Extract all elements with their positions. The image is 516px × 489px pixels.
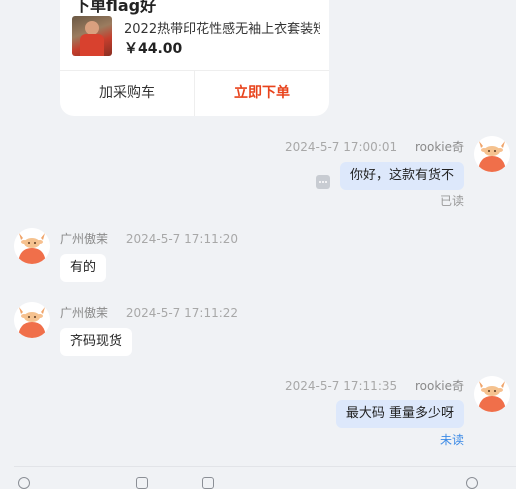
product-name[interactable]: 2022热带印花性感无袖上衣套装短 [124, 18, 320, 37]
input-divider [14, 466, 516, 467]
cow-avatar-icon [14, 228, 50, 264]
sender-name: rookie奇 [414, 379, 464, 393]
cow-avatar-icon [14, 302, 50, 338]
message-timestamp: 2024-5-7 17:11:20 [125, 232, 239, 246]
message-timestamp: 2024-5-7 17:00:01 [284, 140, 398, 154]
avatar[interactable] [14, 228, 50, 264]
avatar[interactable] [474, 136, 510, 172]
message-meta: 广州傲茉 2024-5-7 17:11:22 [60, 304, 238, 321]
message-bubble[interactable]: 最大码 重量多少呀 [335, 400, 464, 428]
sender-name: 广州傲茉 [60, 232, 109, 246]
message-meta: 2024-5-7 17:11:35 rookie奇 [285, 377, 464, 394]
cow-avatar-icon [474, 376, 510, 412]
message-bubble[interactable]: 有的 [60, 254, 107, 282]
emoji-icon[interactable] [18, 477, 30, 489]
folder-icon[interactable] [202, 477, 214, 489]
cow-avatar-icon [474, 136, 510, 172]
message-meta: 2024-5-7 17:00:01 rookie奇 [285, 138, 464, 155]
message-timestamp: 2024-5-7 17:11:22 [125, 306, 239, 320]
image-icon[interactable] [136, 477, 148, 489]
product-thumbnail[interactable] [72, 16, 112, 56]
avatar[interactable] [14, 302, 50, 338]
read-status: 已读 [439, 194, 464, 208]
product-price: ￥44.00 [124, 41, 183, 57]
sender-name: rookie奇 [414, 140, 464, 154]
more-dots-icon[interactable] [316, 175, 330, 189]
history-icon[interactable] [466, 477, 478, 489]
product-card-title: 下单flag好 [74, 0, 157, 15]
product-card: 下单flag好 2022热带印花性感无袖上衣套装短 ￥44.00 加采购车 立即… [60, 0, 329, 116]
add-to-cart-button[interactable]: 加采购车 [60, 71, 194, 116]
message-bubble[interactable]: 齐码现货 [60, 328, 133, 356]
message-bubble[interactable]: 你好，这款有货不 [339, 162, 464, 190]
message-timestamp: 2024-5-7 17:11:35 [284, 379, 398, 393]
sender-name: 广州傲茉 [60, 306, 109, 320]
unread-status: 未读 [439, 433, 464, 447]
avatar[interactable] [474, 376, 510, 412]
message-meta: 广州傲茉 2024-5-7 17:11:20 [60, 230, 238, 247]
order-now-button[interactable]: 立即下单 [195, 71, 329, 116]
